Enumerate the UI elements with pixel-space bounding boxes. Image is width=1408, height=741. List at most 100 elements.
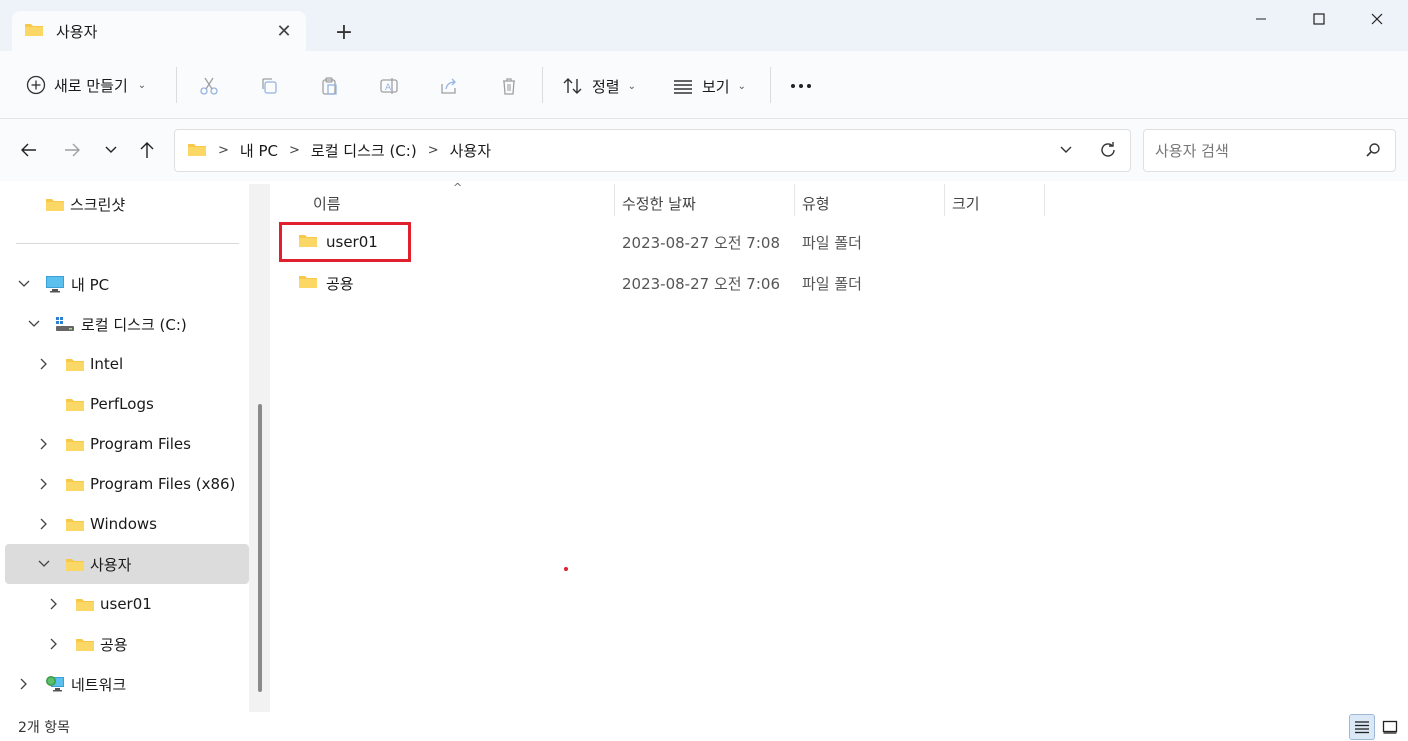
sidebar-item-my-pc[interactable]: 내 PC — [5, 265, 249, 303]
close-window-button[interactable] — [1348, 0, 1406, 38]
sidebar-item-label: Program Files — [90, 435, 191, 453]
view-list-icon — [674, 80, 692, 94]
minimize-button[interactable] — [1232, 0, 1290, 38]
column-divider[interactable] — [1044, 184, 1045, 216]
sort-button[interactable]: 정렬 ⌄ — [562, 71, 636, 101]
sidebar-scrollbar[interactable] — [249, 184, 270, 712]
folder-icon — [75, 596, 95, 612]
sidebar-item-perflogs[interactable]: PerfLogs — [5, 385, 249, 423]
delete-icon[interactable] — [494, 71, 524, 101]
chevron-right-icon[interactable] — [46, 636, 62, 652]
refresh-icon — [1101, 142, 1115, 157]
sidebar-item-label: 사용자 — [90, 555, 132, 574]
chevron-right-icon[interactable]: > — [428, 143, 439, 158]
more-options-icon[interactable] — [786, 71, 816, 101]
chevron-right-icon[interactable] — [36, 356, 52, 372]
maximize-button[interactable] — [1290, 0, 1348, 38]
sidebar-item-label: 공용 — [100, 635, 128, 654]
tiles-view-button[interactable] — [1377, 714, 1403, 740]
chevron-right-icon[interactable]: > — [218, 143, 229, 158]
command-bar: 새로 만들기 ⌄ A 정렬 ⌄ 보기 ⌄ — [0, 51, 1408, 119]
breadcrumb-my-pc[interactable]: 내 PC — [240, 140, 278, 161]
close-tab-icon[interactable]: ✕ — [272, 19, 296, 43]
sidebar-item-label: user01 — [100, 595, 152, 613]
computer-icon — [45, 275, 65, 293]
sort-ascending-icon: ^ — [453, 181, 463, 194]
network-icon — [45, 674, 65, 694]
chevron-right-icon[interactable] — [46, 596, 62, 612]
title-bar: 사용자 ✕ + — [0, 0, 1408, 51]
chevron-down-icon[interactable] — [36, 556, 52, 572]
breadcrumb-local-disk[interactable]: 로컬 디스크 (C:) — [311, 140, 417, 161]
sidebar-item-public[interactable]: 공용 — [5, 625, 249, 663]
status-bar: 2개 항목 — [0, 713, 1408, 741]
rename-icon[interactable]: A — [374, 71, 404, 101]
chevron-right-icon[interactable] — [16, 676, 32, 692]
plus-circle-icon — [26, 75, 46, 95]
back-button[interactable] — [15, 136, 43, 164]
new-tab-button[interactable]: + — [330, 18, 358, 46]
folder-icon — [65, 356, 85, 372]
paste-icon[interactable] — [314, 71, 344, 101]
cut-icon[interactable] — [194, 71, 224, 101]
column-header-date[interactable]: 수정한 날짜 — [622, 189, 696, 217]
sidebar-item-intel[interactable]: Intel — [5, 345, 249, 383]
file-date: 2023-08-27 오전 7:06 — [622, 274, 780, 293]
sidebar-scrollbar-thumb[interactable] — [258, 404, 262, 692]
sidebar-item-windows[interactable]: Windows — [5, 505, 249, 543]
table-row[interactable]: user01 2023-08-27 오전 7:08 파일 폴더 — [280, 223, 1398, 261]
chevron-down-icon[interactable] — [16, 276, 32, 292]
column-divider[interactable] — [944, 184, 945, 216]
toolbar-divider — [542, 67, 543, 103]
chevron-down-icon[interactable] — [26, 316, 42, 332]
tab-users[interactable]: 사용자 ✕ — [12, 11, 306, 51]
sidebar-item-local-disk[interactable]: 로컬 디스크 (C:) — [5, 305, 249, 343]
sidebar-item-label: 네트워크 — [71, 675, 127, 694]
sidebar-item-network[interactable]: 네트워크 — [5, 665, 249, 703]
tab-title: 사용자 — [56, 22, 98, 41]
chevron-right-icon[interactable] — [36, 436, 52, 452]
sidebar-item-screenshots[interactable]: 스크린샷 — [5, 185, 249, 223]
recent-locations-button[interactable] — [97, 136, 125, 164]
chevron-right-icon[interactable] — [36, 516, 52, 532]
chevron-down-icon: ⌄ — [137, 79, 147, 91]
copy-icon[interactable] — [254, 71, 284, 101]
folder-icon — [75, 636, 95, 652]
sidebar-item-label: PerfLogs — [90, 395, 154, 413]
sidebar-item-label: 내 PC — [71, 275, 110, 294]
address-bar[interactable]: > 내 PC > 로컬 디스크 (C:) > 사용자 — [174, 129, 1131, 172]
sidebar-item-program-files-x86[interactable]: Program Files (x86) — [5, 465, 249, 503]
column-divider[interactable] — [794, 184, 795, 216]
search-input[interactable] — [1155, 141, 1355, 160]
search-box[interactable] — [1143, 129, 1396, 172]
breadcrumb-users[interactable]: 사용자 — [450, 140, 491, 161]
details-view-button[interactable] — [1349, 714, 1375, 740]
column-header-type[interactable]: 유형 — [802, 189, 830, 217]
column-divider[interactable] — [614, 184, 615, 216]
refresh-button[interactable] — [1094, 136, 1122, 164]
cursor-dot — [564, 567, 568, 571]
column-header-name[interactable]: 이름 — [313, 189, 341, 217]
new-button-label: 새로 만들기 — [54, 76, 128, 95]
search-icon[interactable] — [1365, 142, 1381, 162]
column-header-size[interactable]: 크기 — [952, 189, 980, 217]
table-row[interactable]: 공용 2023-08-27 오전 7:06 파일 폴더 — [280, 264, 1398, 302]
share-icon[interactable] — [434, 71, 464, 101]
sidebar-item-label: Program Files (x86) — [90, 475, 236, 493]
forward-button[interactable] — [58, 136, 86, 164]
navigation-bar: > 내 PC > 로컬 디스크 (C:) > 사용자 — [0, 119, 1408, 181]
address-history-button[interactable] — [1052, 136, 1080, 164]
sidebar-item-program-files[interactable]: Program Files — [5, 425, 249, 463]
chevron-down-icon — [105, 146, 117, 153]
new-button[interactable]: 새로 만들기 ⌄ — [26, 71, 146, 99]
item-count: 2개 항목 — [18, 720, 70, 736]
sidebar-item-user01[interactable]: user01 — [5, 585, 249, 623]
view-button[interactable]: 보기 ⌄ — [672, 71, 746, 101]
chevron-right-icon[interactable] — [36, 476, 52, 492]
folder-icon — [65, 476, 85, 492]
sidebar-item-label: 스크린샷 — [70, 195, 126, 214]
sidebar-item-users[interactable]: 사용자 — [5, 544, 249, 584]
up-button[interactable] — [133, 136, 161, 164]
chevron-right-icon[interactable]: > — [289, 143, 300, 158]
file-name: 공용 — [326, 274, 354, 293]
